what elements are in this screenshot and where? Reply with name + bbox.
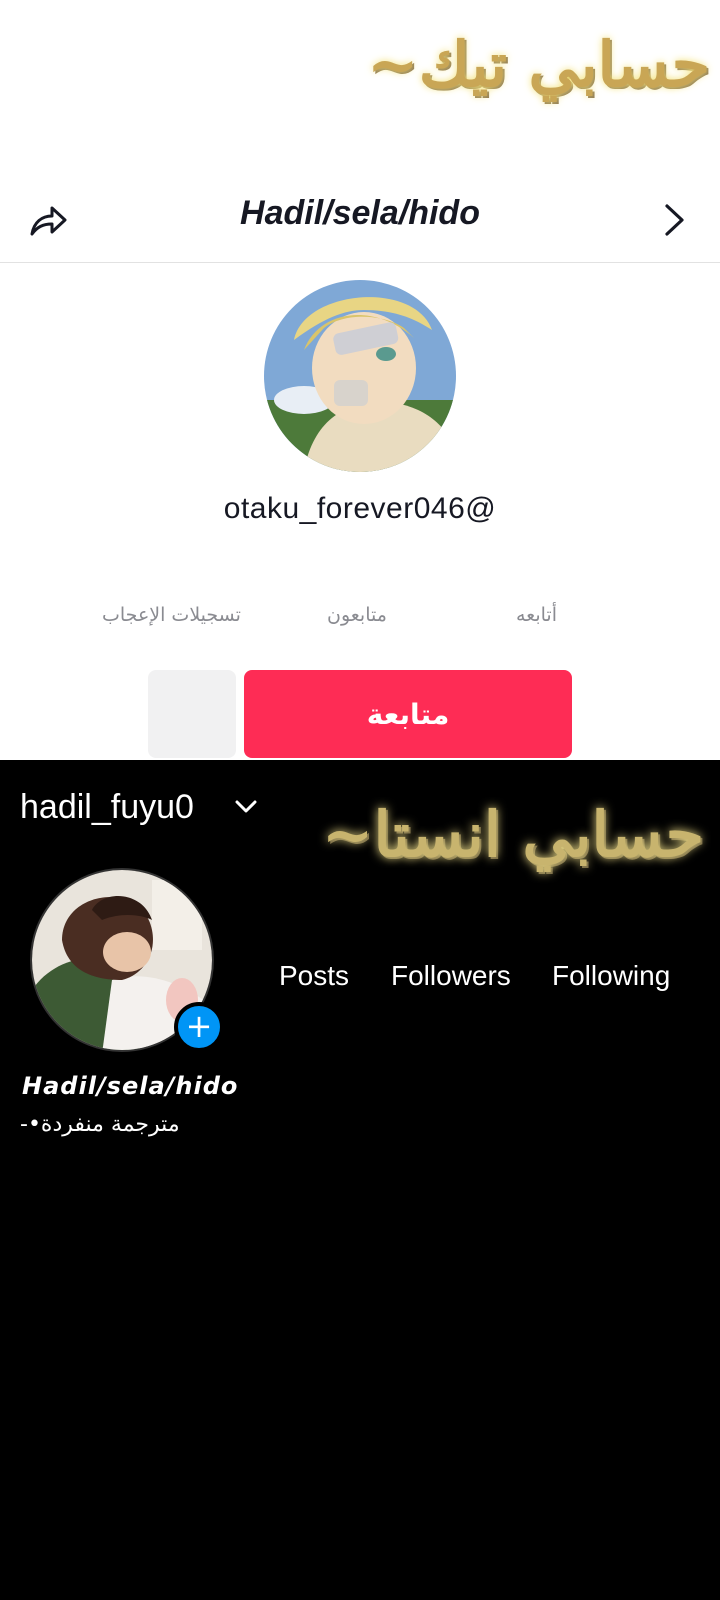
message-button[interactable] (148, 670, 236, 758)
likes-label[interactable]: تسجيلات الإعجاب (102, 604, 241, 626)
followers-label[interactable]: متابعون (327, 604, 387, 626)
ig-followers-label[interactable]: Followers (391, 960, 511, 992)
instagram-username[interactable]: hadil_fuyu0 (20, 788, 194, 827)
tiktok-overlay-title: حسابي تيك~ (366, 28, 710, 101)
chevron-down-icon[interactable] (234, 798, 258, 816)
follow-button[interactable]: متابعة (244, 670, 572, 758)
following-label[interactable]: أتابعه (516, 604, 557, 626)
chevron-right-icon[interactable] (654, 200, 694, 240)
instagram-overlay-title: حسابي انستا~ (321, 798, 704, 871)
instagram-display-name: Hadil/sela/hido (22, 1072, 239, 1100)
profile-title: Hadil/sela/hido (240, 194, 480, 232)
posts-label[interactable]: Posts (279, 960, 349, 992)
tiktok-avatar[interactable] (264, 280, 456, 472)
instagram-bio: مترجمة منفردة•- (20, 1112, 180, 1137)
add-story-button[interactable]: + (174, 1002, 224, 1052)
tiktok-header: Hadil/sela/hido (0, 178, 720, 263)
tiktok-handle: otaku_forever046@ (223, 492, 497, 525)
plus-icon: + (185, 1007, 213, 1045)
tiktok-profile-section: حسابي تيك~ Hadil/sela/hido otaku_forever… (0, 0, 720, 760)
ig-following-label[interactable]: Following (552, 960, 670, 992)
instagram-avatar-container: + (30, 868, 224, 1052)
